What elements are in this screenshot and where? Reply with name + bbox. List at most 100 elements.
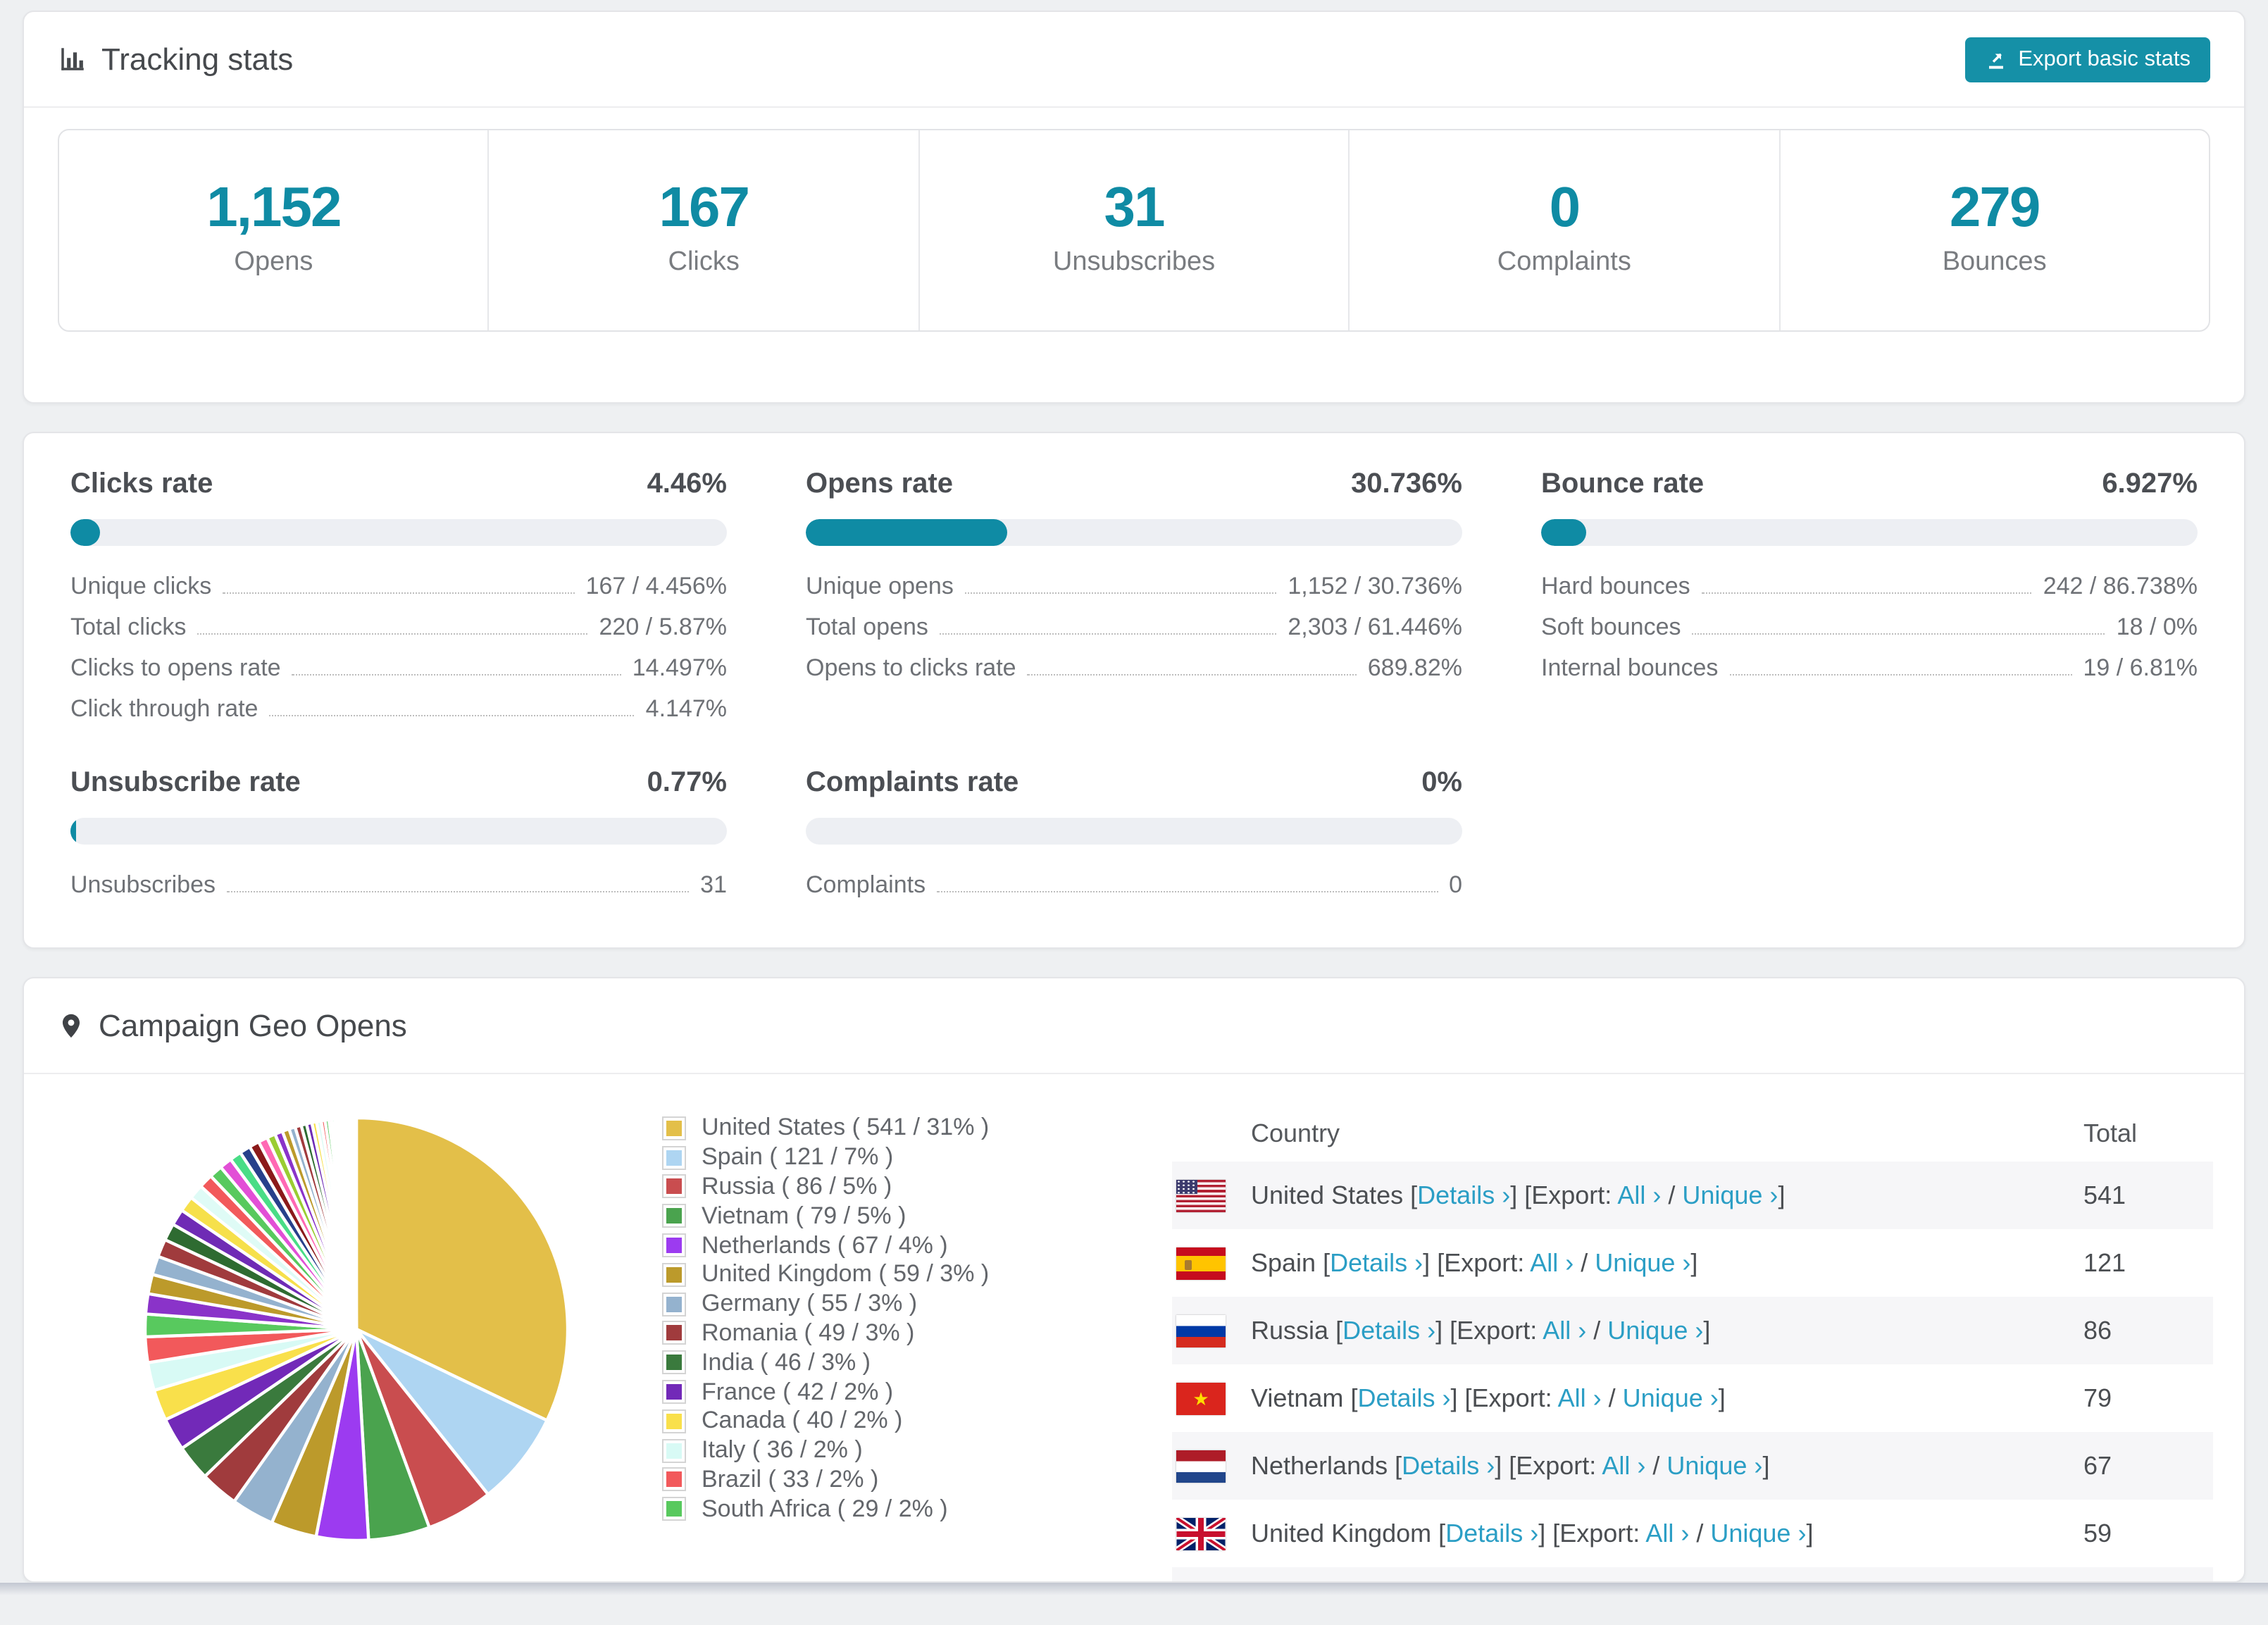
flag-vietnam: ★ (1176, 1382, 1226, 1414)
details-link[interactable]: Details › (1342, 1316, 1435, 1344)
export-all-link[interactable]: All › (1543, 1316, 1586, 1344)
bracket: ] (1703, 1316, 1711, 1344)
export-basic-stats-button[interactable]: Export basic stats (1964, 37, 2210, 82)
table-cell-flag: ★ (1172, 1382, 1251, 1414)
summary-stats-row: 1,152 Opens 167 Clicks 31 Unsubscribes 0 Compla… (58, 129, 2210, 332)
summary-cell-bounces: 279 Bounces (1780, 130, 2209, 330)
legend-swatch (662, 1292, 686, 1316)
legend-item-brazil: Brazil ( 33 / 2% ) (662, 1465, 1127, 1495)
geo-pie-legend: United States ( 541 / 31% ) Spain ( 121 /… (662, 1114, 1127, 1524)
geo-country-table: Country Total United States [Details ›] [E… (1172, 1105, 2213, 1581)
rate-title-label: Bounce rate (1541, 468, 1705, 499)
stat-row-value: 31 (700, 871, 727, 898)
rate-head-opens-rate: Opens rate 30.736% (806, 467, 1462, 501)
legend-swatch-color (666, 1355, 682, 1371)
export-unique-link[interactable]: Unique › (1666, 1451, 1762, 1479)
summary-value-unsubscribes: 31 (1104, 177, 1166, 239)
legend-item-romania: Romania ( 49 / 3% ) (662, 1319, 1127, 1348)
table-row-spain: Spain [Details ›] [Export: All › / Uniqu… (1172, 1229, 2213, 1297)
export-all-link[interactable]: All › (1558, 1383, 1602, 1412)
rate-value: 0% (1421, 767, 1462, 798)
stat-row-label: Click through rate (70, 695, 258, 722)
stat-row-value: 4.147% (645, 695, 727, 722)
bracket: ] (1423, 1248, 1438, 1276)
legend-swatch-color (666, 1178, 682, 1195)
legend-item-russia: Russia ( 86 / 5% ) (662, 1172, 1127, 1202)
legend-item-united-states: United States ( 541 / 31% ) (662, 1114, 1127, 1143)
export-unique-link[interactable]: Unique › (1595, 1248, 1690, 1276)
flag-united-states (1176, 1179, 1226, 1212)
export-unique-link[interactable]: Unique › (1682, 1181, 1778, 1209)
details-link[interactable]: Details › (1417, 1181, 1510, 1209)
legend-label: India ( 46 / 3% ) (702, 1348, 871, 1376)
stat-row-label: Unique clicks (70, 573, 212, 599)
bracket: [ (1395, 1451, 1402, 1479)
progress-bar-fill (70, 519, 100, 546)
table-cell-total: 59 (2083, 1519, 2112, 1547)
export-unique-link[interactable]: Unique › (1710, 1519, 1806, 1547)
progress-bar-fill (1541, 519, 1587, 546)
progress-bar-fill (806, 519, 1008, 546)
export-unique-link[interactable]: Unique › (1607, 1316, 1703, 1344)
export-unique-link[interactable]: Unique › (1623, 1383, 1719, 1412)
progress-bar (70, 818, 727, 845)
rate-rows: Unique clicks 167 / 4.456% Total clicks 220… (70, 560, 727, 723)
export-label: [Export: (1552, 1519, 1646, 1547)
legend-swatch-color (666, 1384, 682, 1400)
summary-label-opens: Opens (234, 247, 313, 277)
legend-item-vietnam: Vietnam ( 79 / 5% ) (662, 1202, 1127, 1231)
slash: / (1645, 1451, 1667, 1479)
export-all-link[interactable]: All › (1617, 1181, 1661, 1209)
legend-swatch (662, 1174, 686, 1199)
legend-swatch-color (666, 1208, 682, 1224)
dotted-leader (1701, 592, 2032, 594)
rate-value: 4.46% (647, 468, 727, 499)
legend-swatch (662, 1497, 686, 1521)
geo-opens-title: Campaign Geo Opens (58, 1007, 407, 1044)
rate-rows: Complaints 0 (806, 859, 1462, 899)
rates-grid: Clicks rate 4.46% Unique clicks 167 / 4.456… (70, 467, 2198, 899)
dotted-leader (939, 633, 1277, 635)
rate-head-clicks-rate: Clicks rate 4.46% (70, 467, 727, 501)
rate-block-complaints-rate: Complaints rate 0% Complaints 0 (806, 766, 1462, 899)
legend-label: Spain ( 121 / 7% ) (702, 1143, 894, 1171)
export-label: [Export: (1509, 1451, 1602, 1479)
details-link[interactable]: Details › (1357, 1383, 1450, 1412)
export-all-link[interactable]: All › (1602, 1451, 1645, 1479)
geo-table-header-total: Total (2083, 1119, 2138, 1147)
legend-item-spain: Spain ( 121 / 7% ) (662, 1143, 1127, 1173)
details-link[interactable]: Details › (1402, 1451, 1495, 1479)
rate-rows: Hard bounces 242 / 86.738% Soft bounces 18 … (1541, 560, 2198, 683)
legend-swatch-color (666, 1325, 682, 1341)
summary-label-clicks: Clicks (668, 247, 740, 277)
legend-label: United States ( 541 / 31% ) (702, 1114, 990, 1141)
card-bottom-shadow (0, 1583, 2268, 1595)
table-row-united-kingdom: United Kingdom [Details ›] [Export: All … (1172, 1500, 2213, 1567)
legend-swatch-color (666, 1266, 682, 1283)
export-all-link[interactable]: All › (1530, 1248, 1574, 1276)
legend-swatch (662, 1116, 686, 1140)
rate-head-unsubscribe-rate: Unsubscribe rate 0.77% (70, 766, 727, 799)
rates-card: Clicks rate 4.46% Unique clicks 167 / 4.456… (23, 432, 2245, 949)
table-cell-total: 541 (2083, 1181, 2126, 1209)
rate-value: 0.77% (647, 767, 727, 798)
legend-item-canada: Canada ( 40 / 2% ) (662, 1407, 1127, 1436)
legend-label: Romania ( 49 / 3% ) (702, 1319, 915, 1346)
stat-row-label: Complaints (806, 871, 926, 898)
summary-value-bounces: 279 (1949, 177, 2041, 239)
progress-bar-fill (70, 818, 76, 845)
bracket: [ (1335, 1316, 1343, 1344)
export-all-link[interactable]: All › (1645, 1519, 1689, 1547)
details-link[interactable]: Details › (1445, 1519, 1538, 1547)
table-cell-total: 86 (2083, 1316, 2112, 1344)
tracking-stats-body: 1,152 Opens 167 Clicks 31 Unsubscribes 0 Compla… (24, 108, 2244, 402)
details-link[interactable]: Details › (1330, 1248, 1423, 1276)
slash: / (1586, 1316, 1608, 1344)
table-row-russia: Russia [Details ›] [Export: All › / Uniq… (1172, 1297, 2213, 1364)
table-cell-total: 67 (2083, 1451, 2112, 1479)
dotted-leader (269, 715, 635, 716)
legend-label: France ( 42 / 2% ) (702, 1378, 894, 1405)
stat-row-value: 167 / 4.456% (585, 573, 727, 599)
progress-bar (70, 519, 727, 546)
legend-label: South Africa ( 29 / 2% ) (702, 1495, 948, 1522)
